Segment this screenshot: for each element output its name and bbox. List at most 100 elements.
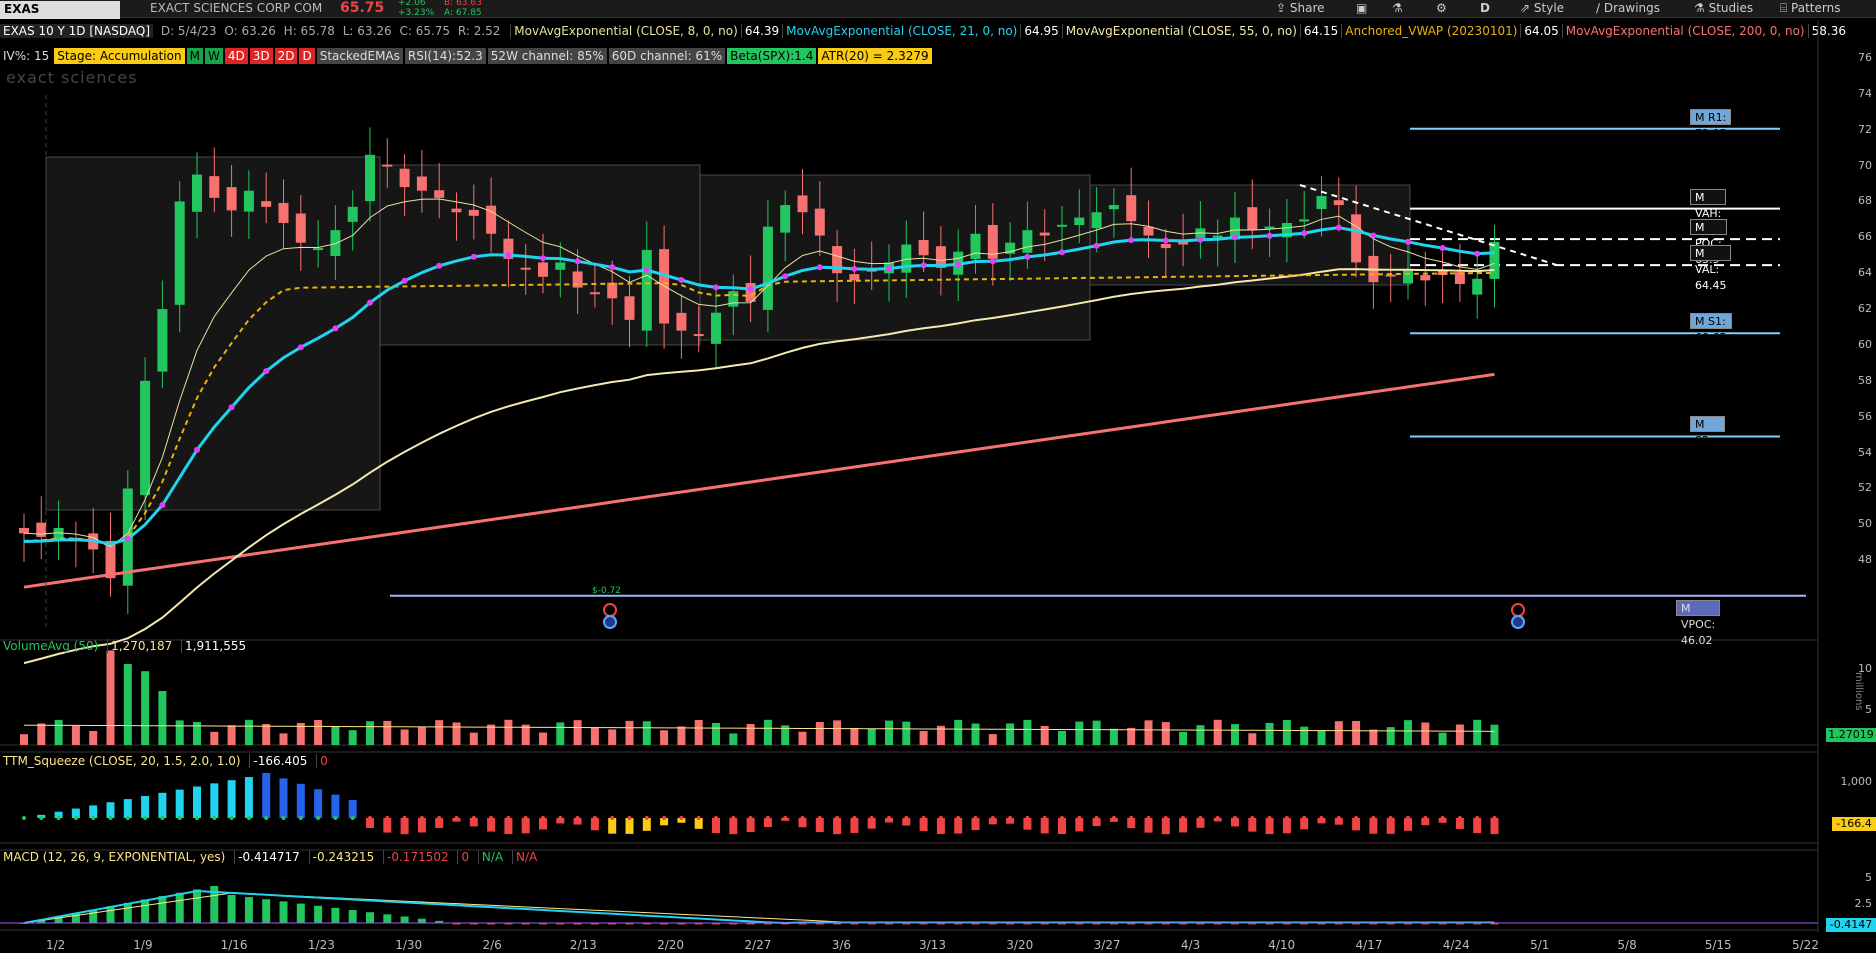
squeeze-dot <box>610 816 615 820</box>
volume-bar <box>1179 731 1188 745</box>
squeeze-dot <box>73 816 78 820</box>
ema21-marker <box>194 446 200 453</box>
volume-bar <box>885 720 893 745</box>
squeeze-panel-header: TTM_Squeeze (CLOSE, 20, 1.5, 2.0, 1.0) -… <box>0 753 333 769</box>
volume-bar <box>20 734 28 745</box>
ema21-marker <box>1024 253 1031 260</box>
volume-bar <box>331 726 340 745</box>
volume-bar <box>175 720 184 745</box>
ema21-marker <box>332 325 339 332</box>
ema21-marker <box>747 286 754 293</box>
volume-bar <box>1196 725 1205 745</box>
earnings-marker <box>1511 603 1525 617</box>
volume-bar <box>1490 724 1499 745</box>
price-axis[interactable]: 76 74 72 70 68 66 64 62 60 58 56 54 52 50 48 <box>1818 40 1876 640</box>
squeeze-dot <box>748 816 753 820</box>
volume-bar <box>141 671 150 745</box>
volume-bar <box>89 730 98 745</box>
squeeze-bar <box>1490 818 1499 835</box>
candle-body <box>261 201 272 207</box>
macd-average: -0.243215 <box>308 850 378 864</box>
price-tick: 68 <box>1858 194 1872 208</box>
squeeze-bar <box>1369 818 1378 834</box>
volume-bar <box>763 719 772 745</box>
volume-bar <box>158 691 167 745</box>
candle-body <box>1022 230 1033 253</box>
squeeze-bar <box>1040 818 1049 834</box>
candle-body <box>1057 224 1067 227</box>
volume-bar <box>954 719 963 745</box>
squeeze-dot <box>1457 816 1462 820</box>
ema21-marker <box>609 264 616 271</box>
candle-body <box>1247 207 1258 231</box>
volume-bar <box>1144 720 1153 745</box>
squeeze-bar <box>1144 818 1153 833</box>
volume-bar <box>54 719 63 745</box>
price-tick: 64 <box>1858 266 1872 280</box>
price-tick: 48 <box>1858 553 1872 567</box>
squeeze-bar <box>348 800 357 818</box>
date-tick: 2/27 <box>744 938 772 952</box>
candle-body <box>849 274 860 281</box>
volume-bar <box>1455 724 1464 745</box>
date-tick: 2/13 <box>569 938 597 952</box>
volume-bar <box>37 723 46 745</box>
squeeze-dot <box>39 816 44 820</box>
squeeze-dot <box>835 816 840 820</box>
earnings-marker <box>603 603 617 617</box>
candle-body <box>1126 195 1137 222</box>
squeeze-dot <box>1319 816 1324 820</box>
macd-histogram-bar <box>123 902 132 923</box>
squeeze-dot <box>160 816 165 820</box>
squeeze-dot <box>419 816 424 820</box>
squeeze-dot <box>368 816 372 820</box>
dividend-marker <box>1511 615 1525 629</box>
squeeze-dot <box>229 816 234 820</box>
volume-bar <box>435 720 444 745</box>
macd-histogram-bar <box>227 894 236 923</box>
candle-body <box>19 527 29 534</box>
squeeze-dot <box>143 816 148 820</box>
price-tick: 66 <box>1858 230 1872 244</box>
macd-histogram-bar <box>175 892 184 923</box>
ema21-marker <box>1439 245 1446 252</box>
price-chart[interactable] <box>0 0 1876 953</box>
ema21-marker <box>1232 234 1238 241</box>
volume-bar <box>314 720 323 745</box>
candle-body <box>192 174 202 212</box>
squeeze-dot <box>817 816 822 820</box>
volume-bar <box>1248 733 1257 745</box>
volume-study-name: VolumeAvg (50) <box>3 639 99 653</box>
macd-zero: 0 <box>457 850 473 864</box>
date-tick: 5/15 <box>1704 938 1732 952</box>
level-label: M R1: 72.05 <box>1690 108 1732 140</box>
macd-histogram-bar <box>331 907 340 923</box>
candle-body <box>1039 232 1050 236</box>
squeeze-dot <box>471 816 476 820</box>
squeeze-bar <box>746 818 755 832</box>
volume-bar <box>833 720 842 745</box>
price-tick: 52 <box>1858 481 1872 495</box>
volume-bar <box>1265 722 1274 745</box>
squeeze-dot <box>1008 816 1013 820</box>
squeeze-alert: 0 <box>316 754 331 768</box>
squeeze-dot <box>1077 816 1082 820</box>
squeeze-dot <box>264 816 269 820</box>
squeeze-dot <box>541 816 545 820</box>
candle-body <box>607 282 618 299</box>
macd-histogram-bar <box>366 912 374 923</box>
volume-bar <box>1352 720 1361 745</box>
volume-tick-5: 5 <box>1865 703 1872 716</box>
date-tick: 5/22 <box>1792 938 1819 952</box>
ema21-marker <box>1093 242 1100 249</box>
squeeze-dot <box>679 816 684 820</box>
volume-bar <box>1386 727 1395 745</box>
candle-body <box>589 292 600 295</box>
squeeze-bar <box>331 794 340 818</box>
squeeze-dot <box>1215 816 1220 820</box>
squeeze-dot <box>714 816 718 820</box>
candle-body <box>538 262 548 277</box>
squeeze-dot <box>402 816 407 820</box>
squeeze-dot <box>783 816 788 820</box>
candle-body <box>1074 217 1085 226</box>
